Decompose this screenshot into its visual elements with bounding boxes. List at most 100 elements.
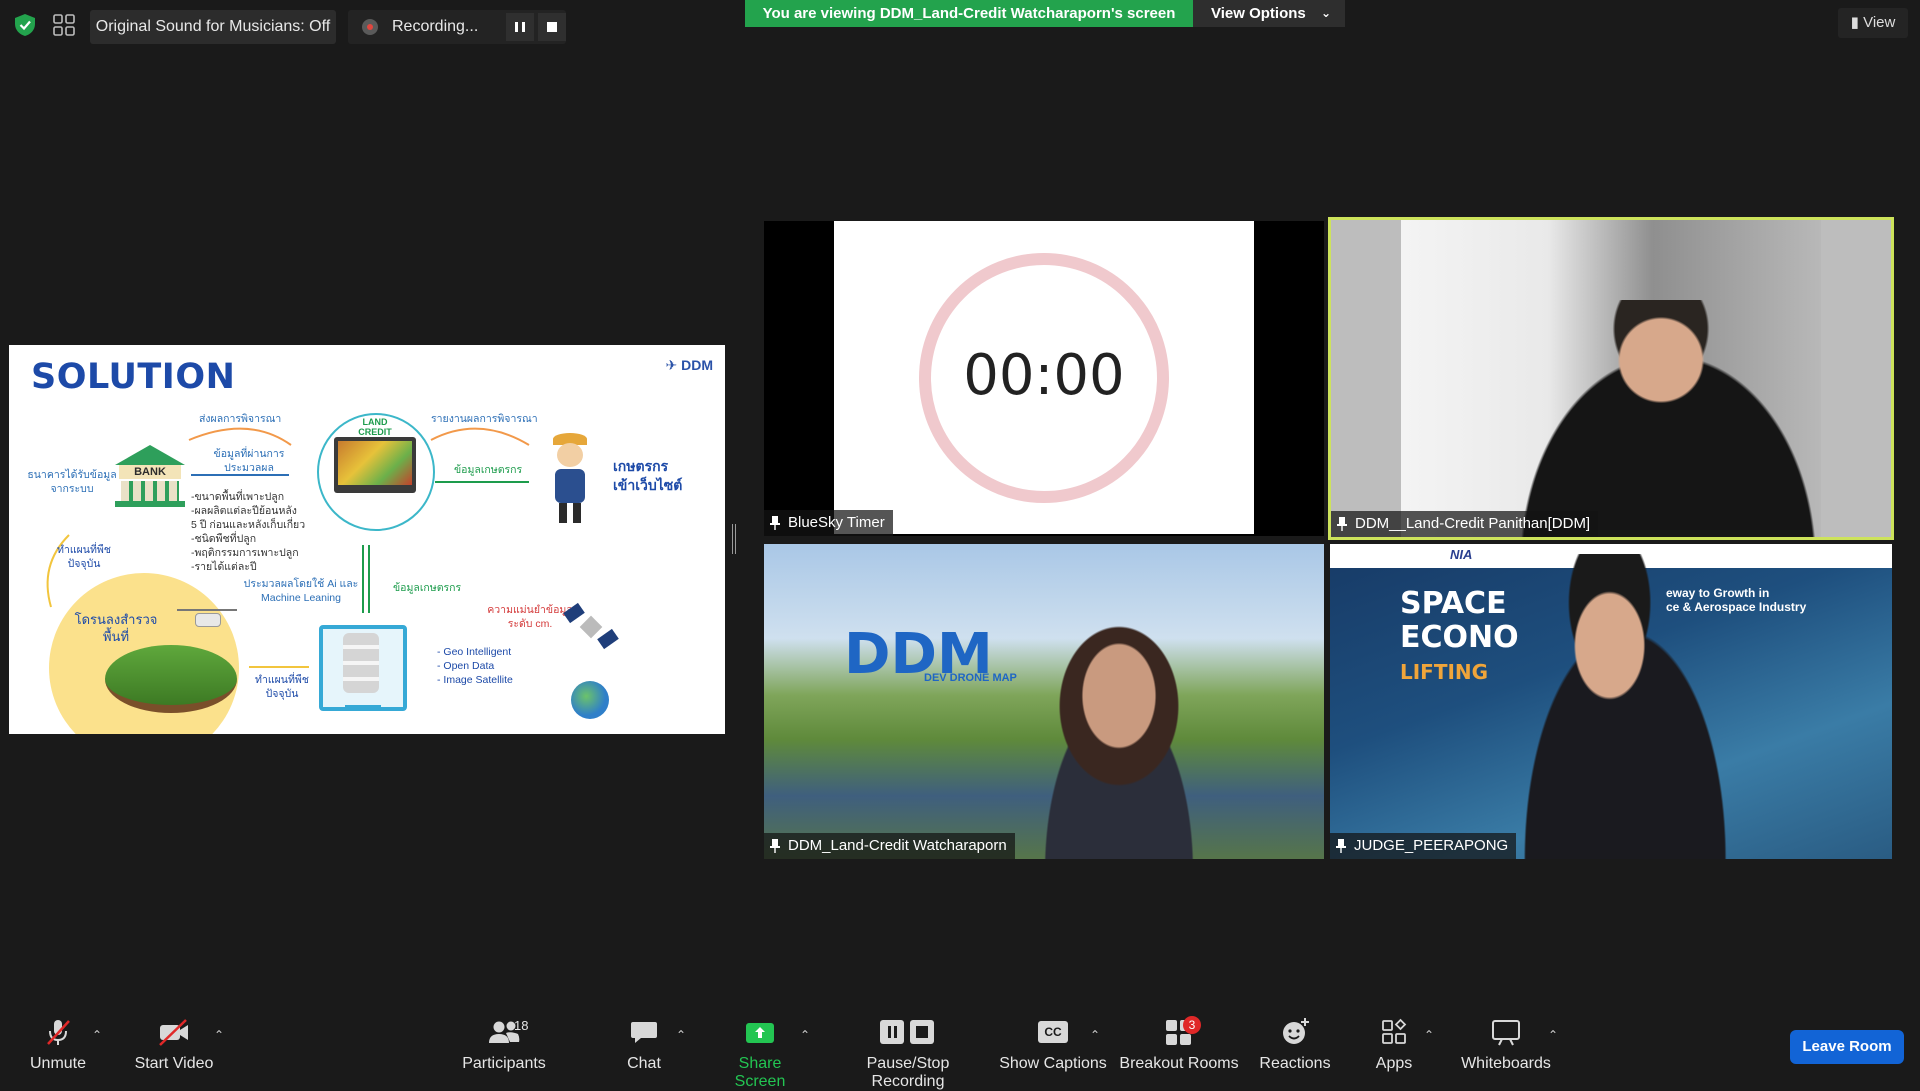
- participant-name: DDM_Land-Credit Watcharaporn: [788, 837, 1007, 854]
- share-screen-label: Share Screen: [734, 1055, 786, 1090]
- video-tile-watcharaporn[interactable]: DDM DEV DRONE MAP DDM_Land-Credit Watcha…: [764, 544, 1324, 859]
- bank-label: BANK: [119, 465, 181, 479]
- chat-options-caret-icon[interactable]: ⌃: [676, 1028, 686, 1042]
- recording-indicator: Recording...: [348, 10, 566, 44]
- whiteboard-icon: [1492, 1020, 1520, 1046]
- pause-stop-label: Pause/Stop Recording: [866, 1055, 950, 1090]
- recording-dot-icon: [362, 19, 378, 35]
- captions-icon: CC: [1038, 1021, 1068, 1043]
- share-screen-icon: [746, 1023, 774, 1043]
- muted-microphone-icon: [47, 1020, 70, 1045]
- chat-bubble-icon: [631, 1022, 657, 1043]
- video-tile-bluesky-timer[interactable]: 00:00 BlueSky Timer: [764, 221, 1324, 536]
- timer-display: 00:00: [963, 343, 1125, 408]
- ddm-tagline: DEV DRONE MAP: [924, 672, 1017, 684]
- view-options-label: View Options: [1211, 5, 1306, 22]
- detail-item: 5 ปี ก่อนและหลังเก็บเกี่ยว: [191, 519, 306, 531]
- participant-name-tag: BlueSky Timer: [764, 510, 893, 536]
- land-plot-icon: [105, 645, 237, 713]
- data-sources-list: - Geo Intelligent - Open Data - Image Sa…: [437, 645, 513, 687]
- person-silhouette: [1481, 300, 1841, 537]
- reactions-smiley-icon: [1283, 1018, 1309, 1044]
- show-captions-button[interactable]: CC Show Captions: [998, 1016, 1108, 1073]
- person-silhouette: [1004, 604, 1234, 859]
- gallery-grid-icon[interactable]: [52, 13, 76, 37]
- detail-item: -ผลผลิตแต่ละปีย้อนหลัง: [191, 505, 297, 517]
- apps-options-caret-icon[interactable]: ⌃: [1424, 1028, 1434, 1042]
- whiteboards-button[interactable]: Whiteboards: [1460, 1016, 1552, 1073]
- video-tile-panithan-active-speaker[interactable]: DDM__Land-Credit Panithan[DDM]: [1328, 217, 1894, 540]
- view-layout-icon: ▮: [1850, 14, 1859, 31]
- database-server-icon: [319, 625, 407, 711]
- detail-item: -รายได้แต่ละปี: [191, 561, 257, 573]
- whiteboards-options-caret-icon[interactable]: ⌃: [1548, 1028, 1558, 1042]
- video-options-caret-icon[interactable]: ⌃: [214, 1028, 224, 1042]
- details-list: -ขนาดพื้นที่เพาะปลูก -ผลผลิตแต่ละปีย้อนห…: [191, 490, 331, 574]
- shared-screen[interactable]: SOLUTION ✈ DDM LAND CREDIT ส่งผลการพิจาร…: [9, 345, 725, 734]
- detail-item: -ชนิดพืชที่ปลูก: [191, 533, 257, 545]
- participants-button[interactable]: 18 Participants: [458, 1016, 550, 1073]
- bank-receives-text: ธนาคารได้รับข้อมูลจากระบบ: [27, 469, 117, 495]
- leave-room-button[interactable]: Leave Room: [1790, 1030, 1904, 1064]
- captions-options-caret-icon[interactable]: ⌃: [1090, 1028, 1100, 1042]
- participant-name-tag: JUDGE_PEERAPONG: [1330, 833, 1517, 859]
- farmer-visit-text: เกษตรกรเข้าเว็บไซต์: [613, 458, 683, 493]
- person-silhouette: [1490, 554, 1750, 859]
- participant-name-tag: DDM__Land-Credit Panithan[DDM]: [1331, 511, 1599, 537]
- pin-icon: [1337, 517, 1347, 531]
- breakout-rooms-button[interactable]: 3 Breakout Rooms: [1118, 1016, 1240, 1073]
- start-video-button[interactable]: Start Video: [130, 1016, 218, 1073]
- pin-icon: [770, 839, 780, 853]
- breakout-badge: 3: [1183, 1016, 1201, 1034]
- reactions-label: Reactions: [1259, 1055, 1331, 1072]
- timer-card: 00:00: [834, 221, 1254, 534]
- start-video-label: Start Video: [134, 1055, 214, 1072]
- source-item: - Geo Intelligent: [437, 646, 512, 658]
- unmute-label: Unmute: [29, 1055, 87, 1072]
- panel-splitter[interactable]: [732, 524, 736, 554]
- chat-button[interactable]: Chat: [614, 1016, 674, 1073]
- share-options-caret-icon[interactable]: ⌃: [800, 1028, 810, 1042]
- apps-icon: [1382, 1018, 1407, 1044]
- pause-icon: [515, 22, 525, 32]
- participant-name: DDM__Land-Credit Panithan[DDM]: [1355, 515, 1591, 532]
- detail-item: -ขนาดพื้นที่เพาะปลูก: [191, 491, 285, 503]
- viewing-screen-banner: You are viewing DDM_Land-Credit Watchara…: [745, 0, 1193, 27]
- view-button[interactable]: ▮ View: [1838, 8, 1908, 38]
- video-tile-judge-peerapong[interactable]: NIA SPACE ECONO LIFTING eway to Growth i…: [1330, 544, 1892, 859]
- view-options-button[interactable]: View Options ⌄: [1193, 0, 1345, 27]
- globe-icon: [571, 681, 609, 719]
- pin-icon: [770, 516, 780, 530]
- accuracy-text: ความแม่นยำข้อมูลระดับ cm.: [487, 604, 573, 630]
- unmute-button[interactable]: Unmute: [20, 1016, 96, 1073]
- nia-logo: NIA: [1450, 547, 1473, 562]
- original-sound-toggle[interactable]: Original Sound for Musicians: Off: [90, 10, 336, 44]
- pause-stop-icon: [880, 1020, 934, 1044]
- whiteboards-label: Whiteboards: [1461, 1055, 1551, 1072]
- source-item: - Open Data: [437, 660, 495, 672]
- participant-name: JUDGE_PEERAPONG: [1354, 837, 1509, 854]
- ai-processing-text: ประมวลผลโดยใช้ Ai และ Machine Leaning: [243, 578, 359, 604]
- participants-icon-group: 18: [474, 1016, 534, 1048]
- bg-title-lifting: LIFTING: [1400, 660, 1489, 684]
- reactions-button[interactable]: Reactions: [1256, 1016, 1334, 1073]
- chevron-down-icon: ⌄: [1320, 6, 1331, 20]
- farmer-icon: [547, 433, 593, 525]
- pause-recording-button[interactable]: [506, 13, 534, 41]
- farmer-data-text-2: ข้อมูลเกษตรกร: [393, 582, 462, 594]
- participants-count: 18: [514, 1018, 529, 1033]
- drone-survey-text: โดรนลงสำรวจพื้นที่: [74, 612, 158, 644]
- security-shield-icon[interactable]: [12, 12, 38, 38]
- audio-options-caret-icon[interactable]: ⌃: [92, 1028, 102, 1042]
- stop-recording-button[interactable]: [538, 13, 566, 41]
- bank-icon: BANK: [115, 445, 185, 507]
- source-item: - Image Satellite: [437, 674, 513, 686]
- participant-name: BlueSky Timer: [788, 514, 885, 531]
- participant-name-tag: DDM_Land-Credit Watcharaporn: [764, 833, 1015, 859]
- apps-button[interactable]: Apps: [1366, 1016, 1422, 1073]
- record-controls-icon: [878, 1016, 938, 1048]
- current-map-text: ทำแผนที่พืชปัจจุบัน: [57, 544, 111, 570]
- participants-label: Participants: [462, 1055, 546, 1072]
- recording-status: Recording...: [392, 18, 479, 35]
- monitor-stand: [345, 705, 381, 711]
